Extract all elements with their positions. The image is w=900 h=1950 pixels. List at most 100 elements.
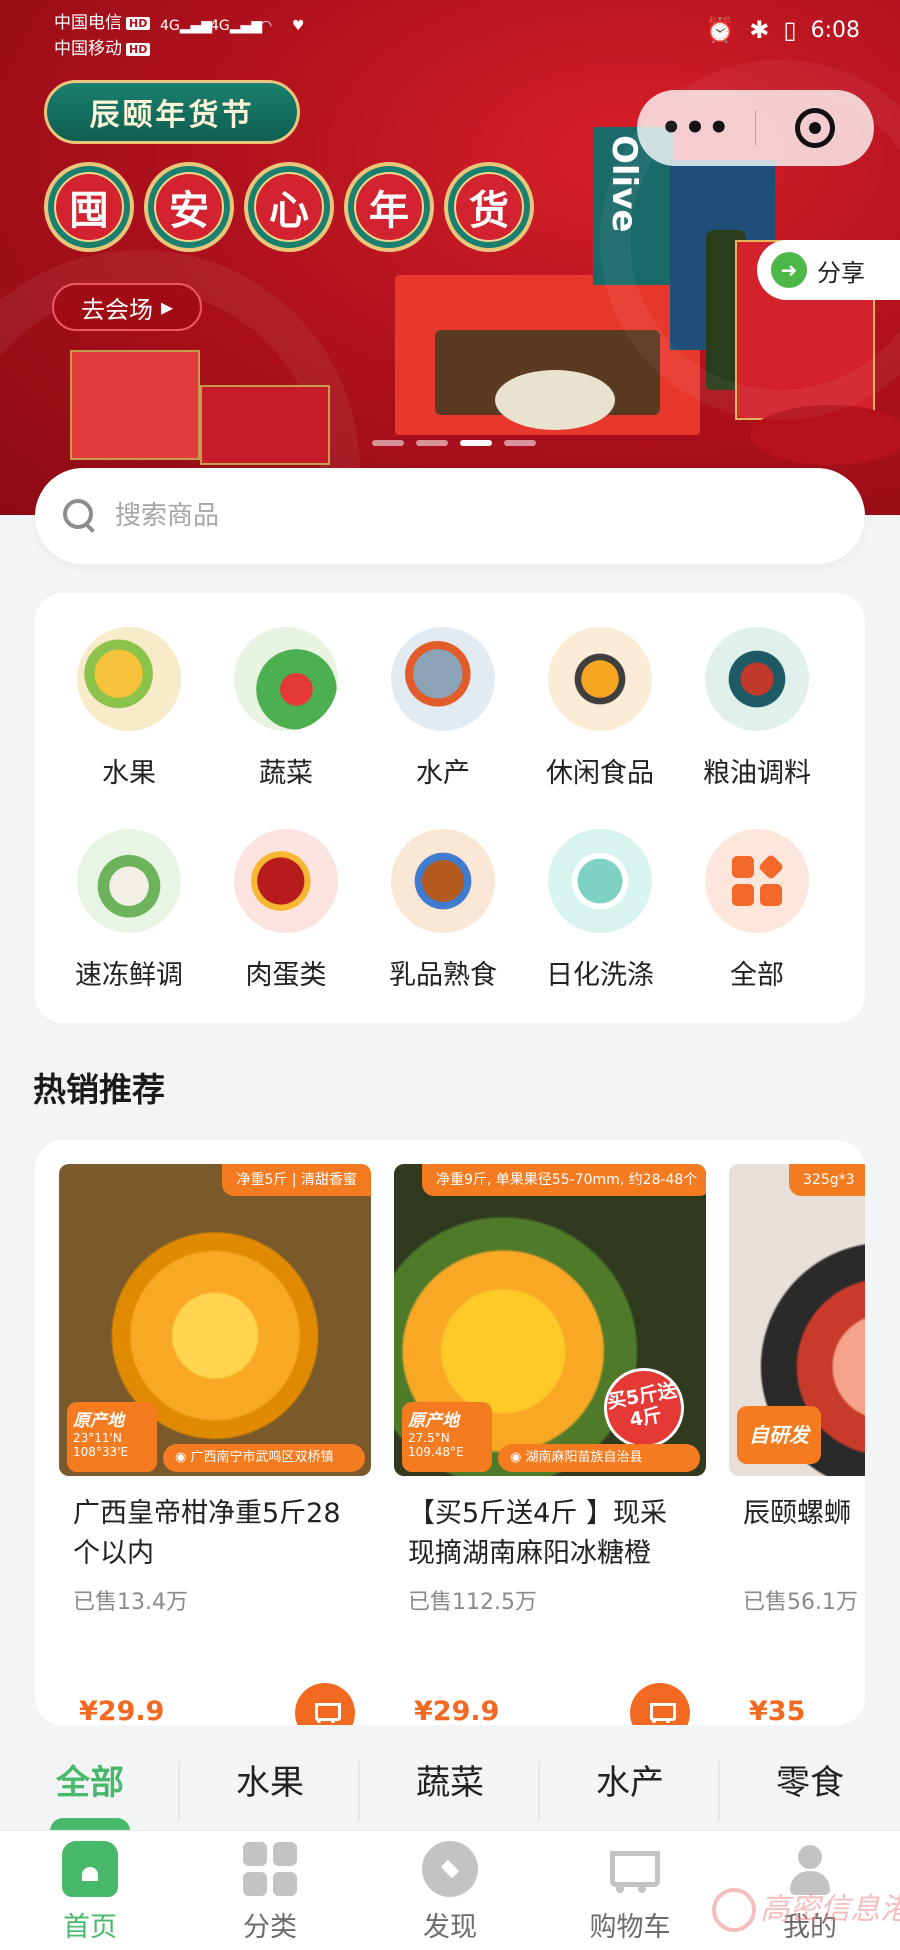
product-name: 辰颐螺蛳 [743,1498,851,1529]
hero-banner[interactable]: 中国电信 HD 中国移动 HD 4G▂▄▆ 4G▂▄▆ ◠ ♥ ⏰ ✱ ▯ 6:08… [0,0,900,515]
nav-category[interactable]: 分类 [180,1841,360,1944]
tab-seafood[interactable]: 水产 [540,1755,720,1821]
search-bar[interactable] [35,468,865,564]
category-fruit[interactable]: 水果 [49,627,209,790]
category-label: 肉蛋类 [245,960,327,991]
pagination-dot [372,440,404,446]
add-to-cart-button[interactable] [630,1683,690,1725]
search-icon [63,499,97,533]
product-ribbon: 净重9斤, 单果果径55-70mm, 约28-48个 [422,1164,706,1196]
slogan-seal: 囤 [44,162,134,252]
cart-icon [311,1701,341,1725]
oil-carton-image [670,160,775,350]
category-label: 休闲食品 [546,758,654,789]
category-all[interactable]: 全部 [677,829,837,992]
add-to-cart-button[interactable] [295,1683,355,1725]
product-price: ¥29.9 [79,1696,165,1725]
fruit-icon [77,627,181,731]
nav-discover[interactable]: 发现 [360,1841,540,1944]
compass-icon [422,1841,478,1897]
share-icon: ➜ [771,252,807,288]
share-button[interactable]: ➜ 分享 [757,240,900,300]
slogan-seal: 安 [144,162,234,252]
origin-strip: 原产地 27.5°N 109.48°E ◉ 湖南麻阳苗族自治县 [394,1402,706,1476]
status-right: ⏰ ✱ ▯ 6:08 [705,16,860,44]
festival-tag: 辰颐年货节 [44,80,300,144]
nav-cart[interactable]: 购物车 [540,1841,720,1944]
category-label: 水果 [102,758,156,789]
pagination-dot-active [460,440,492,446]
alarm-icon: ⏰ [705,16,736,44]
product-filter-tabs: 全部 水果 蔬菜 水产 零食 [0,1755,900,1844]
arrow-right-icon: ▸ [160,293,174,321]
product-price: ¥29.9 [414,1696,500,1725]
share-label: 分享 [817,258,865,287]
dairy-deli-icon [391,829,495,933]
nav-label: 发现 [423,1912,477,1943]
hot-products-carousel[interactable]: 净重5斤 | 清甜香蜜 原产地 23°11'N 108°33'E ◉ 广西南宁市… [35,1140,865,1725]
search-input[interactable] [115,501,765,531]
olive-label: Olive [604,135,644,233]
category-snack[interactable]: 休闲食品 [520,627,680,790]
product-card[interactable]: 325g*3 自研发 辰颐螺蛳 已售56.1万 ¥35 [729,1164,865,1725]
product-card[interactable]: 净重9斤, 单果果径55-70mm, 约28-48个 买5斤送4斤 原产地 27… [394,1164,706,1725]
category-meat-egg[interactable]: 肉蛋类 [206,829,366,992]
mini-program-capsule: ••• [637,90,874,166]
section-title-hot: 热销推荐 [33,1070,165,1109]
category-seafood[interactable]: 水产 [363,627,523,790]
product-card[interactable]: 净重5斤 | 清甜香蜜 原产地 23°11'N 108°33'E ◉ 广西南宁市… [59,1164,371,1725]
slogan-seal: 心 [244,162,334,252]
signal-icon: 4G▂▄▆ [210,18,263,34]
oil-bottle-image [706,230,746,390]
category-dairy-deli[interactable]: 乳品熟食 [363,829,523,992]
bluetooth-icon: ✱ [749,16,770,44]
category-grain-oil[interactable]: 粮油调料 [677,627,837,790]
heart-rate-icon: ♥ [292,18,305,34]
product-image: 净重9斤, 单果果径55-70mm, 约28-48个 买5斤送4斤 原产地 27… [394,1164,706,1476]
status-bar: 中国电信 HD 中国移动 HD 4G▂▄▆ 4G▂▄▆ ◠ ♥ ⏰ ✱ ▯ 6:08 [0,0,900,66]
pagination-dot [504,440,536,446]
go-to-venue-button[interactable]: 去会场 ▸ [52,283,202,331]
category-frozen[interactable]: 速冻鲜调 [49,829,209,992]
category-vegetable[interactable]: 蔬菜 [206,627,366,790]
meat-egg-icon [234,829,338,933]
banner-slogan: 囤 安 心 年 货 [44,162,534,252]
snack-icon [548,627,652,731]
tab-fruit[interactable]: 水果 [180,1755,360,1821]
category-label: 乳品熟食 [389,960,497,991]
product-sold: 已售112.5万 [408,1590,537,1615]
category-household[interactable]: 日化洗涤 [520,829,680,992]
vegetable-icon [234,627,338,731]
slogan-seal: 货 [444,162,534,252]
origin-strip: 原产地 23°11'N 108°33'E ◉ 广西南宁市武鸣区双桥镇 [59,1402,371,1476]
nav-home[interactable]: 首页 [0,1841,180,1944]
product-ribbon: 325g*3 [789,1164,865,1196]
tab-snack[interactable]: 零食 [720,1755,900,1804]
gift-box-image [200,385,330,465]
carrier-1: 中国电信 HD [54,8,151,33]
category-grid: 水果 蔬菜 水产 休闲食品 粮油调料 速冻鲜调 肉蛋类 乳品熟食 日化洗涤 全部 [35,593,865,1023]
tab-vegetable[interactable]: 蔬菜 [360,1755,540,1821]
gift-bag-image [70,350,200,460]
home-icon [62,1841,118,1897]
red-gift-box-image [735,240,875,420]
category-label: 水产 [416,758,470,789]
category-label: 速冻鲜调 [75,960,183,991]
nut-gift-box-image [395,275,700,435]
product-name: 【买5斤送4斤 】现采现摘湖南麻阳冰糖橙 [408,1498,667,1569]
product-sold: 已售13.4万 [73,1590,188,1615]
product-sold: 已售56.1万 [743,1590,858,1615]
status-time: 6:08 [810,17,860,43]
more-menu-button[interactable]: ••• [637,98,755,158]
nav-label: 首页 [63,1912,117,1943]
grain-oil-icon [705,627,809,731]
category-grid-icon [242,1841,298,1897]
category-label: 日化洗涤 [546,960,654,991]
nav-label: 购物车 [589,1912,671,1943]
self-developed-badge: 自研发 [737,1406,821,1464]
banner-pagination [372,440,536,446]
seafood-icon [391,627,495,731]
close-mini-program-button[interactable] [756,108,874,148]
cart-icon [646,1701,676,1725]
carrier-2: 中国移动 HD [54,34,151,59]
